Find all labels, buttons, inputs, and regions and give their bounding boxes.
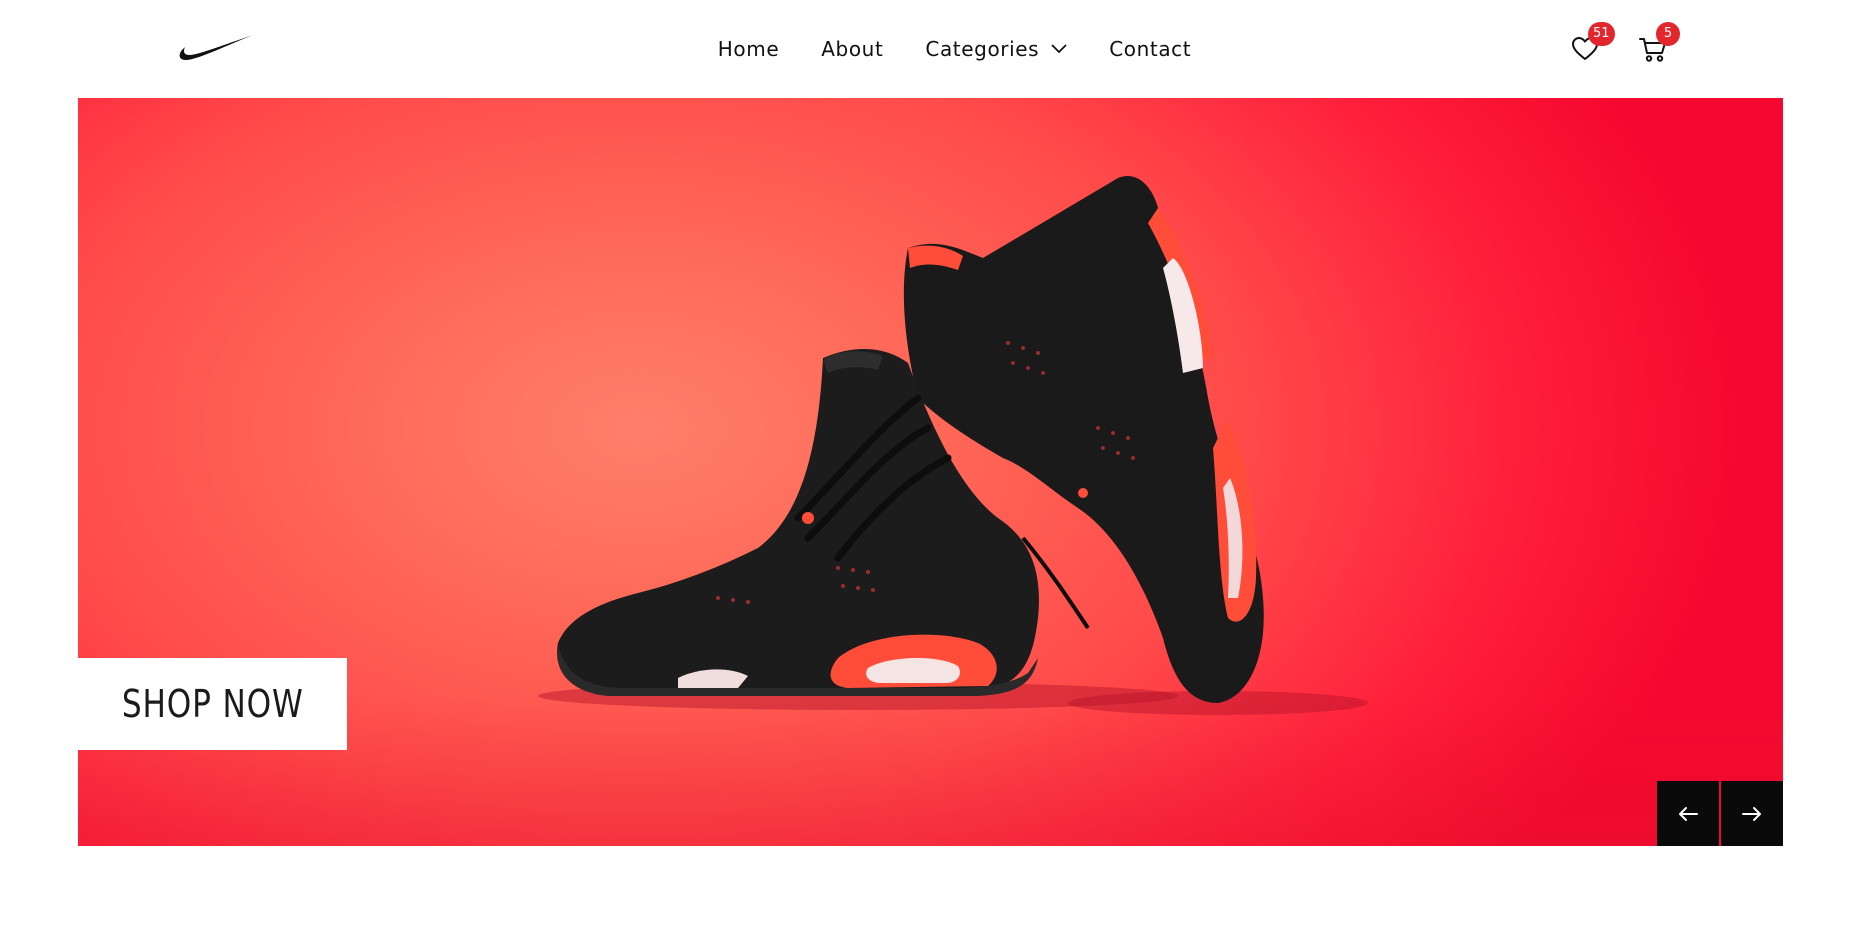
- nav-item-contact[interactable]: Contact: [1109, 32, 1191, 66]
- carousel-next-button[interactable]: [1721, 781, 1783, 846]
- header-actions: 51 5: [1562, 22, 1702, 72]
- wishlist-button[interactable]: 51: [1570, 22, 1615, 66]
- carousel-prev-button[interactable]: [1657, 781, 1719, 846]
- cart-button[interactable]: 5: [1638, 22, 1680, 66]
- hero-banner: SHOP NOW: [78, 98, 1783, 846]
- nav-item-categories[interactable]: Categories: [925, 32, 1067, 66]
- nav-item-label: Home: [717, 37, 780, 61]
- cart-count-badge: 5: [1656, 22, 1680, 46]
- nav-item-home[interactable]: Home: [718, 32, 779, 66]
- nav-item-label: About: [821, 37, 884, 61]
- arrow-left-icon: [1679, 806, 1698, 821]
- chevron-down-icon: [1051, 44, 1067, 54]
- wishlist-count-badge: 51: [1588, 22, 1615, 46]
- nav-item-about[interactable]: About: [821, 32, 883, 66]
- nav-item-label: Contact: [1109, 37, 1192, 61]
- shop-now-button[interactable]: SHOP NOW: [78, 658, 347, 750]
- shop-now-label: SHOP NOW: [121, 682, 304, 726]
- nav-item-label: Categories: [925, 37, 1040, 61]
- site-header: Home About Categories Contact 51 5: [0, 0, 1861, 98]
- arrow-right-icon: [1742, 806, 1761, 821]
- carousel-controls: [1657, 781, 1783, 846]
